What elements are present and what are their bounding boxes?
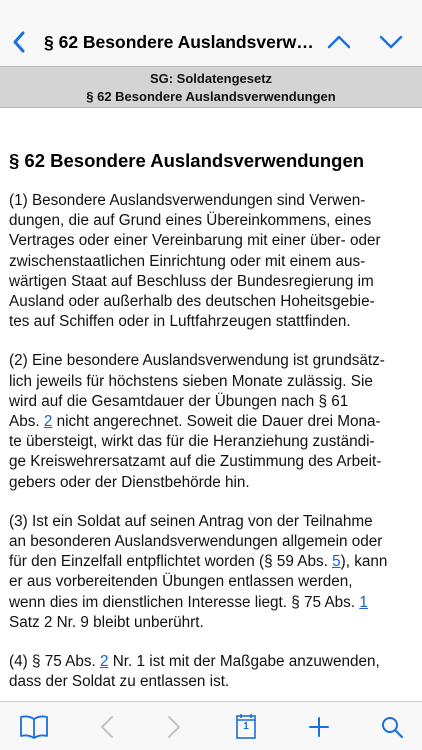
text-line: ge Kreiswehrersatzamt auf die Zustimmung…: [9, 453, 382, 471]
section-heading: § 62 Besondere Auslandsverwendungen: [9, 150, 365, 171]
history-back-button[interactable]: [90, 712, 124, 742]
next-section-button[interactable]: [376, 28, 406, 56]
text-line: wird auf die Gesamtdauer der Übungen nac…: [9, 392, 349, 410]
paragraph-1: (1) Besondere Auslandsverwendungen sind …: [9, 191, 411, 332]
section-name: § 62 Besondere Auslandsverwendungen: [86, 89, 336, 104]
chevron-up-icon: [327, 35, 351, 49]
calendar-button[interactable]: 1: [229, 712, 263, 742]
text-segment: wenn dies im dienstlichen Interesse lieg…: [9, 593, 360, 611]
add-bookmark-button[interactable]: [302, 712, 336, 742]
text-line: dass der Soldat zu entlassen ist.: [9, 673, 230, 691]
text-line: gebers oder der Dienstbehörde hin.: [9, 473, 250, 491]
nav-title: § 62 Besondere Auslandsverwendungen: [44, 32, 314, 52]
text-segment: (4) § 75 Abs.: [9, 653, 100, 671]
chevron-down-icon: [379, 35, 403, 49]
text-segment: Abs.: [9, 413, 44, 431]
text-segment: Nr. 1 ist mit der Maßgabe anzuwenden,: [108, 653, 380, 671]
reference-link-abs-2[interactable]: 2: [100, 653, 109, 670]
text-line: wenn dies im dienstlichen Interesse lieg…: [9, 593, 411, 613]
text-line: tes auf Schiffen oder in Luftfahrzeugen …: [9, 313, 351, 331]
text-line: er aus vorbereitenden Übungen entlassen …: [9, 573, 353, 591]
text-line: (3) Ist ein Soldat auf seinen Antrag von…: [9, 512, 373, 530]
paragraph-2: (2) Eine besondere Auslandsverwendung is…: [9, 351, 411, 492]
text-line: lich jeweils für höchstens sieben Monate…: [9, 372, 373, 390]
text-line: zwischenstaatlichen Einrichtung oder mit…: [9, 252, 366, 270]
search-button[interactable]: [375, 712, 409, 742]
law-name: SG: Soldatengesetz: [149, 71, 273, 86]
bottom-toolbar: 1: [0, 701, 422, 750]
section-header: SG: Soldatengesetz § 62 Besondere Auslan…: [0, 66, 422, 108]
text-line: Abs. 2 nicht angerechnet. Soweit die Dau…: [9, 412, 411, 432]
text-segment: nicht angerechnet. Soweit die Dauer drei…: [52, 413, 381, 431]
history-forward-button[interactable]: [157, 712, 191, 742]
table-of-contents-button[interactable]: [17, 712, 51, 742]
reference-link-abs-1[interactable]: 1: [359, 594, 368, 611]
previous-section-button[interactable]: [324, 28, 354, 56]
text-line: für den Einzelfall entpflichtet worden (…: [9, 552, 411, 572]
navigation-bar: § 62 Besondere Auslandsverwendungen: [0, 0, 422, 66]
text-line: Ausland oder außerhalb des deutschen Hoh…: [9, 293, 375, 311]
screen: § 62 Besondere Auslandsverwendungen SG: …: [0, 0, 422, 750]
text-line: dungen, die auf Grund eines Übereinkomme…: [9, 212, 372, 230]
book-icon: [20, 715, 48, 739]
text-line: an besonderen Auslandsverwendungen allge…: [9, 533, 383, 551]
back-button[interactable]: [6, 25, 32, 59]
chevron-left-icon: [13, 31, 25, 53]
text-line: Vertrages oder einer Vereinbarung mit ei…: [9, 232, 381, 250]
text-segment: ), kann: [340, 553, 388, 571]
text-line: (2) Eine besondere Auslandsverwendung is…: [9, 352, 385, 370]
text-line: (1) Besondere Auslandsverwendungen sind …: [9, 192, 366, 209]
calendar-day-number: 1: [243, 721, 249, 732]
arrow-right-icon: [168, 716, 180, 738]
text-line: Satz 2 Nr. 9 bleibt unberührt.: [9, 613, 204, 631]
text-segment: für den Einzelfall entpflichtet worden (…: [9, 553, 333, 571]
reference-link-abs-5[interactable]: 5: [332, 553, 341, 570]
arrow-left-icon: [101, 716, 113, 738]
search-icon: [382, 717, 404, 739]
plus-icon: [309, 717, 329, 737]
paragraph-3: (3) Ist ein Soldat auf seinen Antrag von…: [9, 512, 411, 633]
text-line: te übersteigt, wirkt das für die Heranzi…: [9, 433, 375, 451]
text-line: (4) § 75 Abs. 2 Nr. 1 ist mit der Maßgab…: [9, 652, 411, 672]
paragraph-4: (4) § 75 Abs. 2 Nr. 1 ist mit der Maßgab…: [9, 652, 411, 692]
text-line: wärtigen Staat auf Beschluss der Bundesr…: [9, 272, 374, 290]
law-text-content[interactable]: § 62 Besondere Auslandsverwendungen (1) …: [9, 108, 411, 700]
